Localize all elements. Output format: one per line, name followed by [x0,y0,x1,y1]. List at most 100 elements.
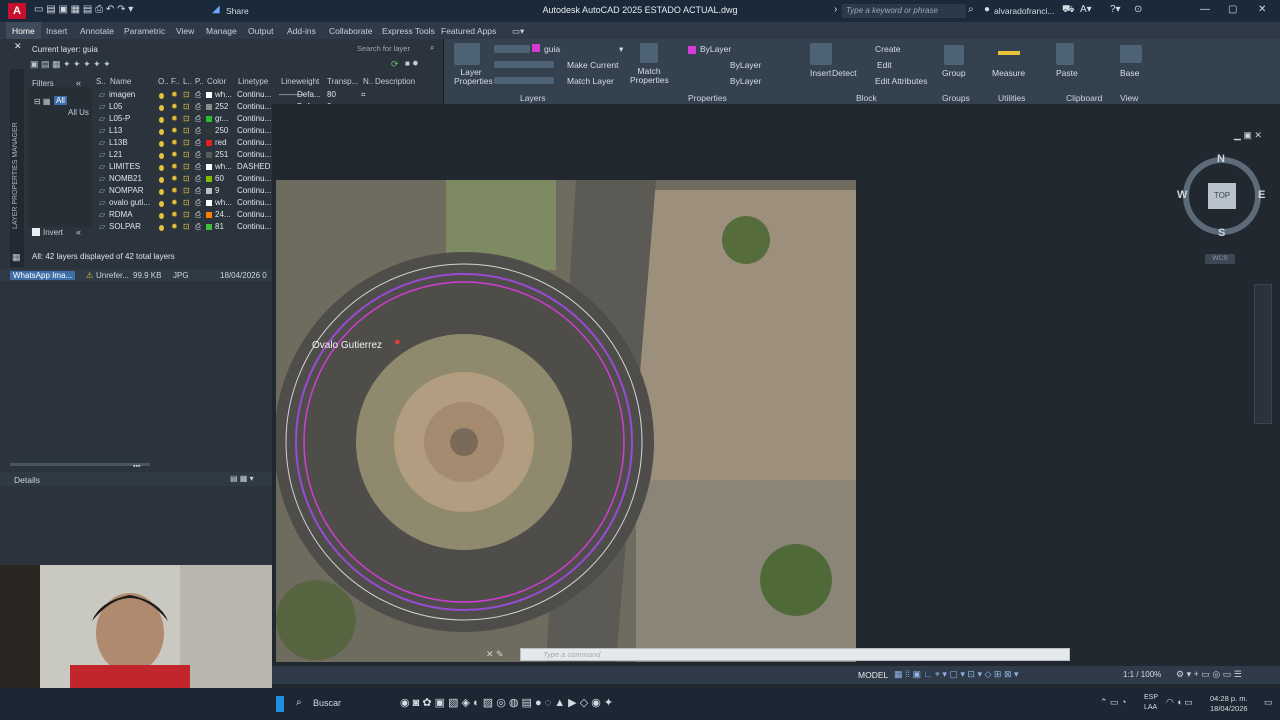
col-new-vp-freeze[interactable]: N.. [363,77,373,86]
base-view-icon[interactable] [1120,45,1142,63]
status-tools-icons[interactable]: ⚙ ▾ + ▭ ◎ ▭ ☰ [1176,669,1242,680]
viewport-window-controls[interactable]: ▁ ▣ ✕ [1234,130,1262,141]
tab-home[interactable]: Home [6,22,41,39]
layer-freeze-icon[interactable]: ✹ [171,222,178,231]
clipboard-group-label[interactable]: Clipboard [1066,93,1102,103]
layer-color-swatch[interactable] [206,164,212,170]
layer-name[interactable]: L13 [109,126,155,135]
layer-plot-icon[interactable]: ⎙ [195,90,201,100]
layer-lock-icon[interactable]: ⊡ [183,198,190,207]
layer-color-swatch[interactable] [206,116,212,122]
measure-button[interactable]: Measure [992,68,1025,78]
insert-block-icon[interactable] [810,43,832,65]
detect-button[interactable]: Detect [832,68,857,78]
layer-lock-icon[interactable]: ⊡ [183,90,190,99]
search-icon[interactable]: ⌕ [968,4,974,18]
tab-express-tools[interactable]: Express Tools [382,26,435,36]
layer-lock-icon[interactable]: ⊡ [183,210,190,219]
taskbar-pinned-apps[interactable]: ◉ ◙ ✿ ▣ ▧ ◈ ◐ ▨ ◎ ◍ ▤ ● ◌ ▲ ▶ ◇ ◉ ✦ [400,696,613,709]
layer-name[interactable]: L13B [109,138,155,147]
group-button[interactable]: Group [942,68,966,78]
layer-settings-icon[interactable]: ■ ✹ [405,59,419,68]
layer-freeze-icon[interactable]: ✹ [171,90,178,99]
layer-on-icon[interactable] [159,105,164,111]
col-lock[interactable]: L.. [183,77,192,86]
filter-all-used[interactable]: All Us [68,108,89,117]
language-indicator[interactable]: ESP [1144,694,1158,701]
windows-start-icon[interactable] [276,696,284,712]
compass-east[interactable]: E [1258,189,1265,201]
taskbar-search-input[interactable]: Buscar [313,698,341,708]
layer-color-swatch[interactable] [206,200,212,206]
layer-on-icon[interactable] [159,213,164,219]
col-color[interactable]: Color [207,77,226,86]
file-name[interactable]: WhatsApp Ima... [10,271,76,280]
command-line[interactable]: Type a command [520,648,1070,661]
layer-on-icon[interactable] [159,225,164,231]
layer-status-icon[interactable]: ▱ [99,186,105,195]
maximize-icon[interactable]: ▢ [1228,4,1237,15]
layer-plot-icon[interactable]: ⎙ [195,174,201,184]
network-volume-battery-icons[interactable]: ◠ ◖ ▭ [1166,697,1193,708]
cart-icon[interactable]: ⛟ [1062,4,1075,18]
layer-lock-icon[interactable]: ⊡ [183,126,190,135]
layer-name[interactable]: ovalo guti... [109,198,155,207]
layer-on-icon[interactable] [159,141,164,147]
layer-status-icon[interactable]: ▱ [99,114,105,123]
layer-search-input[interactable]: Search for layer [357,44,410,53]
layer-color-swatch[interactable] [206,104,212,110]
layer-lock-icon[interactable]: ⊡ [183,174,190,183]
ribbon-options-icon[interactable]: ▭▾ [512,26,524,37]
insert-button[interactable]: Insert [810,68,831,78]
chevron-right-icon[interactable]: › [834,4,837,18]
viewcube[interactable]: TOP N S E W [1175,149,1269,243]
layer-plot-icon[interactable]: ⎙ [195,222,201,232]
lineweight-bylayer-dropdown[interactable]: ByLayer [730,76,761,86]
view-group-label[interactable]: View [1120,93,1138,103]
layer-status-icon[interactable]: ▱ [99,174,105,183]
layer-on-icon[interactable] [159,93,164,99]
tree-expand-icon[interactable]: ⊟ ▦ [34,97,50,106]
col-linetype[interactable]: Linetype [238,77,268,86]
layer-name[interactable]: LIMITES [109,162,155,171]
invert-checkbox[interactable] [32,228,40,236]
layer-on-icon[interactable] [159,201,164,207]
layer-color-swatch[interactable] [206,92,212,98]
layer-plot-icon[interactable]: ⎙ [195,186,201,196]
layer-on-icon[interactable] [159,129,164,135]
tab-view[interactable]: View [176,26,194,36]
layer-status-icon[interactable]: ▱ [99,222,105,231]
horizontal-scrollbar[interactable] [10,463,150,466]
layer-lock-icon[interactable]: ⊡ [183,162,190,171]
create-block-button[interactable]: Create [875,44,901,54]
edit-block-button[interactable]: Edit [877,60,892,70]
layer-freeze-icon[interactable]: ✹ [171,174,178,183]
layer-plot-icon[interactable]: ⎙ [195,126,201,136]
layer-color-swatch[interactable] [206,128,212,134]
layer-lock-icon[interactable]: ⊡ [183,222,190,231]
current-layer-dropdown[interactable]: guia [544,44,560,54]
layer-state-icons[interactable] [494,45,530,53]
layer-on-icon[interactable] [159,117,164,123]
col-lineweight[interactable]: Lineweight [281,77,319,86]
layer-properties-button[interactable]: Layer Properties [454,68,493,86]
layer-status-icon[interactable]: ▱ [99,138,105,147]
tab-annotate[interactable]: Annotate [80,26,114,36]
layer-status-icon[interactable]: ▱ [99,102,105,111]
layer-on-icon[interactable] [159,177,164,183]
aerial-image[interactable]: Ovalo Gutierrez ● [276,180,856,662]
layer-search-icon[interactable]: ⌕ [430,43,434,53]
layer-color-swatch[interactable] [206,188,212,194]
match-properties-icon[interactable] [640,43,658,63]
color-bylayer-dropdown[interactable]: ByLayer [700,44,731,54]
layer-properties-icon[interactable] [454,43,480,65]
layer-status-icon[interactable]: ▱ [99,162,105,171]
layer-freeze-icon[interactable]: ✹ [171,150,178,159]
layer-freeze-icon[interactable]: ✹ [171,210,178,219]
layer-freeze-icon[interactable]: ✹ [171,114,178,123]
base-button[interactable]: Base [1120,68,1139,78]
wcs-menu[interactable]: WCS [1205,254,1235,264]
details-view-icons[interactable]: ▤ ▦ ▾ [230,474,254,483]
navigation-bar[interactable] [1254,284,1272,424]
layer-dropdown-chevron-icon[interactable]: ▾ [619,44,623,55]
